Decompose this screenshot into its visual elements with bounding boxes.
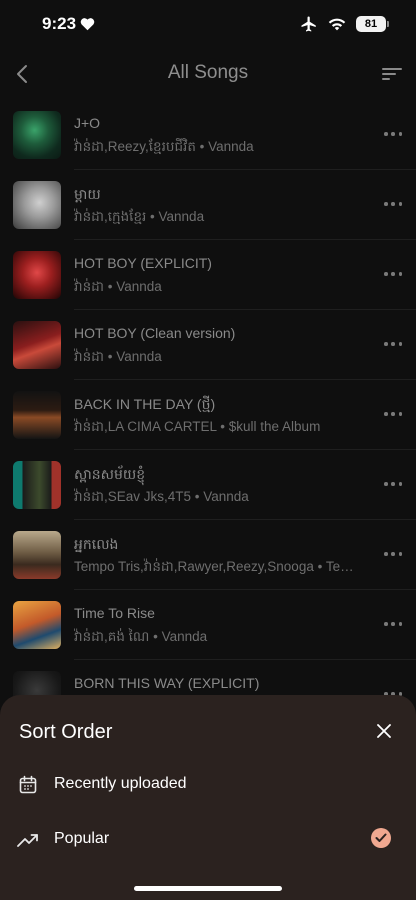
song-title: HOT BOY (Clean version) — [74, 325, 236, 341]
song-artists: វ៉ាន់ដា,គង់ ណៃ • Vannda — [74, 629, 208, 644]
home-indicator — [134, 886, 282, 891]
song-artists: វ៉ាន់ដា,LA CIMA CARTEL • $kull the Album — [74, 419, 321, 434]
album-art — [13, 111, 61, 159]
song-title: ស្ពានសម័យខ្ញុំ — [74, 466, 146, 482]
more-options-icon[interactable] — [384, 407, 402, 421]
song-title: ម្ដាយ — [74, 186, 101, 202]
song-title: HOT BOY (EXPLICIT) — [74, 255, 212, 271]
wifi-icon — [328, 18, 346, 31]
heart-icon — [80, 18, 95, 31]
song-artists: វ៉ាន់ដា,ក្មេងខ្មែរ • Vannda — [74, 209, 205, 224]
song-row[interactable]: HOT BOY (Clean version) វ៉ាន់ដា • Vannda — [0, 310, 416, 380]
song-title: Time To Rise — [74, 605, 155, 621]
more-options-icon[interactable] — [384, 267, 402, 281]
song-row[interactable]: ម្ដាយវ៉ាន់ដា,ក្មេងខ្មែរ • Vannda — [0, 170, 416, 240]
album-art — [13, 391, 61, 439]
song-artists: វ៉ាន់ដា • Vannda — [74, 349, 162, 364]
album-art — [13, 251, 61, 299]
sort-option-label: Popular — [54, 830, 110, 847]
more-options-icon[interactable] — [384, 617, 402, 631]
sort-icon — [382, 68, 402, 80]
song-artists: វ៉ាន់ដា • Vannda — [74, 279, 162, 294]
sheet-title: Sort Order — [19, 721, 113, 743]
song-artists: វ៉ាន់ដា,SEav Jks,4T5 • Vannda — [74, 489, 249, 504]
album-art — [13, 181, 61, 229]
song-title: អ្នកលេង — [74, 536, 119, 552]
song-title: BACK IN THE DAY (ថ្មី) — [74, 396, 216, 412]
page-title: All Songs — [167, 62, 249, 83]
song-row[interactable]: HOT BOY (EXPLICIT) វ៉ាន់ដា • Vannda — [0, 240, 416, 310]
close-button[interactable] — [376, 723, 392, 739]
song-row[interactable]: BACK IN THE DAY (ថ្មី) វ៉ាន់ដា,LA CIMA CA… — [0, 380, 416, 450]
song-row[interactable]: Time To Rise វ៉ាន់ដា,គង់ ណៃ • Vannda — [0, 590, 416, 660]
song-artists: Tempo Tris,វ៉ាន់ដា,Rawyer,Reezy,Snooga •… — [74, 559, 364, 574]
song-row[interactable]: អ្នកលេង Tempo Tris,វ៉ាន់ដា,Rawyer,Reezy,S… — [0, 520, 416, 590]
sort-option-popular[interactable]: Popular — [0, 820, 416, 860]
song-title: BORN THIS WAY (EXPLICIT) — [74, 675, 260, 691]
song-artists: វ៉ាន់ដា,Reezy,ខ្មែរបជីវិត • Vannda — [74, 139, 254, 154]
sort-option-label: Recently uploaded — [54, 775, 187, 792]
status-bar: 9:23 81 — [0, 0, 416, 50]
album-art — [13, 601, 61, 649]
song-row[interactable]: ស្ពានសម័យខ្ញុំវ៉ាន់ដា,SEav Jks,4T5 • Van… — [0, 450, 416, 520]
album-art — [13, 321, 61, 369]
album-art — [13, 461, 61, 509]
more-options-icon[interactable] — [384, 337, 402, 351]
more-options-icon[interactable] — [384, 197, 402, 211]
song-row[interactable]: J+O វ៉ាន់ដា,Reezy,ខ្មែរបជីវិត • Vannda — [0, 100, 416, 170]
song-title: J+O — [74, 115, 101, 131]
battery-indicator: 81 — [356, 16, 389, 32]
check-icon — [371, 828, 391, 848]
navigation-bar: All Songs — [0, 54, 416, 94]
close-icon — [377, 724, 391, 738]
sort-order-sheet: Sort Order Recently uploaded Popular — [0, 695, 416, 900]
sort-option-recently-uploaded[interactable]: Recently uploaded — [0, 765, 416, 805]
sort-button[interactable] — [380, 62, 404, 86]
airplane-icon — [301, 16, 316, 32]
calendar-icon — [17, 774, 39, 796]
more-options-icon[interactable] — [384, 127, 402, 141]
trending-up-icon — [17, 829, 39, 851]
status-time: 9:23 — [42, 14, 77, 33]
more-options-icon[interactable] — [384, 477, 402, 491]
song-list: J+O វ៉ាន់ដា,Reezy,ខ្មែរបជីវិត • Vannda ម្ដ… — [0, 100, 416, 730]
album-art — [13, 531, 61, 579]
more-options-icon[interactable] — [384, 547, 402, 561]
